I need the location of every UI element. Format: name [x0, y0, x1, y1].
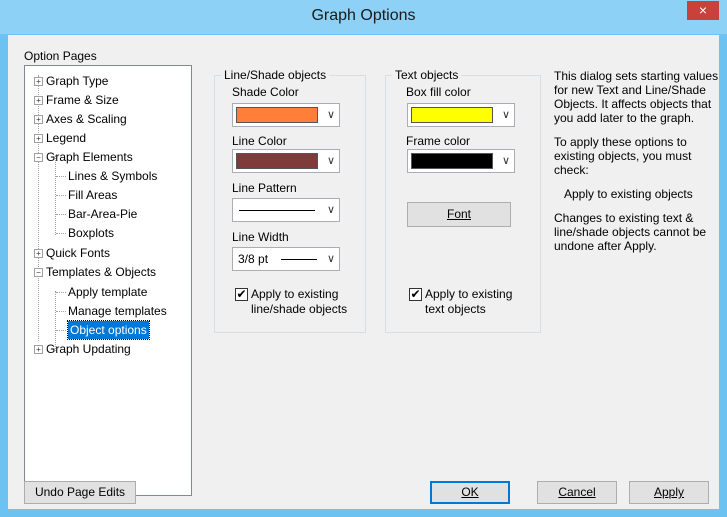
chevron-down-icon[interactable]: ∨	[327, 203, 335, 216]
ok-button-label: OK	[461, 485, 479, 499]
tree-connector	[56, 214, 66, 215]
text-objects-title: Text objects	[392, 68, 462, 82]
close-button[interactable]: ×	[687, 1, 719, 20]
chevron-down-icon[interactable]: ∨	[327, 154, 335, 167]
tree-item-label: Graph Elements	[46, 150, 133, 164]
chevron-down-icon[interactable]: ∨	[502, 154, 510, 167]
apply-existing-text-label-2: text objects	[425, 302, 486, 316]
line-color-label: Line Color	[232, 134, 287, 148]
line-width-label: Line Width	[232, 230, 289, 244]
collapse-icon[interactable]: −	[34, 153, 43, 162]
tree-item-boxplots[interactable]: Boxplots	[68, 224, 114, 242]
line-color-swatch	[236, 153, 318, 169]
tree-item-label: Axes & Scaling	[46, 112, 127, 126]
apply-existing-text-checkbox[interactable]: ✔	[409, 288, 422, 301]
apply-existing-text-label-1: Apply to existing	[425, 287, 513, 301]
shade-color-label: Shade Color	[232, 85, 299, 99]
tree-connector	[56, 311, 66, 312]
tree-connector	[56, 233, 66, 234]
solid-line-icon	[239, 210, 315, 211]
cancel-button[interactable]: Cancel	[537, 481, 617, 504]
tree-item-label: Graph Updating	[46, 342, 131, 356]
tree-item-label: Legend	[46, 131, 87, 145]
frame-color-label: Frame color	[406, 134, 471, 148]
shade-color-swatch	[236, 107, 318, 123]
tree-connector	[56, 292, 66, 293]
ok-button[interactable]: OK	[430, 481, 510, 504]
option-pages-tree[interactable]: + Graph Type + Frame & Size + Axes & Sca…	[24, 65, 192, 496]
cancel-button-label: Cancel	[558, 485, 596, 499]
font-button-label: Font	[446, 207, 471, 221]
title-bar[interactable]: Graph Options ×	[0, 0, 727, 34]
apply-button-label: Apply	[653, 485, 685, 499]
expand-icon[interactable]: +	[34, 134, 43, 143]
line-pattern-combo[interactable]: ∨	[232, 198, 340, 222]
line-color-combo[interactable]: ∨	[232, 149, 340, 173]
shade-color-combo[interactable]: ∨	[232, 103, 340, 127]
tree-item-label: Graph Type	[46, 74, 109, 88]
tree-item-bar-area-pie[interactable]: Bar-Area-Pie	[68, 205, 137, 223]
expand-icon[interactable]: +	[34, 77, 43, 86]
undo-page-edits-button[interactable]: Undo Page Edits	[24, 481, 136, 504]
help-text: This dialog sets starting values for new…	[554, 69, 722, 263]
tree-item-lines-symbols[interactable]: Lines & Symbols	[68, 167, 157, 185]
tree-connector	[56, 176, 66, 177]
line-width-combo[interactable]: 3/8 pt ∨	[232, 247, 340, 271]
box-fill-color-label: Box fill color	[406, 85, 471, 99]
line-shade-title: Line/Shade objects	[221, 68, 330, 82]
apply-existing-lineshade-checkbox[interactable]: ✔	[235, 288, 248, 301]
box-fill-color-swatch	[411, 107, 493, 123]
window-title: Graph Options	[311, 7, 416, 24]
chevron-down-icon[interactable]: ∨	[327, 108, 335, 121]
help-paragraph-3: Apply to existing objects	[564, 187, 693, 201]
expand-icon[interactable]: +	[34, 115, 43, 124]
line-width-value: 3/8 pt	[238, 252, 269, 266]
tree-item-label: Templates & Objects	[46, 265, 157, 279]
tree-item-manage-templates[interactable]: Manage templates	[68, 302, 167, 320]
tree-item-label: Quick Fonts	[46, 246, 111, 260]
option-pages-label: Option Pages	[24, 49, 97, 63]
apply-existing-lineshade-label-1: Apply to existing	[251, 287, 339, 301]
tree-item-label: Frame & Size	[46, 93, 119, 107]
tree-item-object-options[interactable]: Object options	[67, 320, 150, 340]
expand-icon[interactable]: +	[34, 345, 43, 354]
tree-item-apply-template[interactable]: Apply template	[68, 283, 147, 301]
frame-color-combo[interactable]: ∨	[407, 149, 515, 173]
font-button[interactable]: Font	[407, 202, 511, 227]
help-paragraph-2: To apply these options to existing objec…	[554, 135, 692, 177]
apply-existing-lineshade-label-2: line/shade objects	[251, 302, 348, 316]
frame-color-swatch	[411, 153, 493, 169]
line-pattern-label: Line Pattern	[232, 181, 297, 195]
line-width-sample-icon	[281, 259, 317, 260]
tree-item-fill-areas[interactable]: Fill Areas	[68, 186, 117, 204]
tree-connector	[56, 195, 66, 196]
chevron-down-icon[interactable]: ∨	[502, 108, 510, 121]
graph-options-dialog: Graph Options × Option Pages + Graph Typ…	[0, 0, 727, 517]
tree-connector	[56, 330, 66, 331]
expand-icon[interactable]: +	[34, 249, 43, 258]
expand-icon[interactable]: +	[34, 96, 43, 105]
dialog-body: Option Pages + Graph Type + Frame & Size…	[8, 35, 719, 509]
collapse-icon[interactable]: −	[34, 268, 43, 277]
box-fill-color-combo[interactable]: ∨	[407, 103, 515, 127]
help-paragraph-1: This dialog sets starting values for new…	[554, 69, 719, 125]
apply-button[interactable]: Apply	[629, 481, 709, 504]
chevron-down-icon[interactable]: ∨	[327, 252, 335, 265]
help-paragraph-4: Changes to existing text & line/shade ob…	[554, 211, 707, 253]
